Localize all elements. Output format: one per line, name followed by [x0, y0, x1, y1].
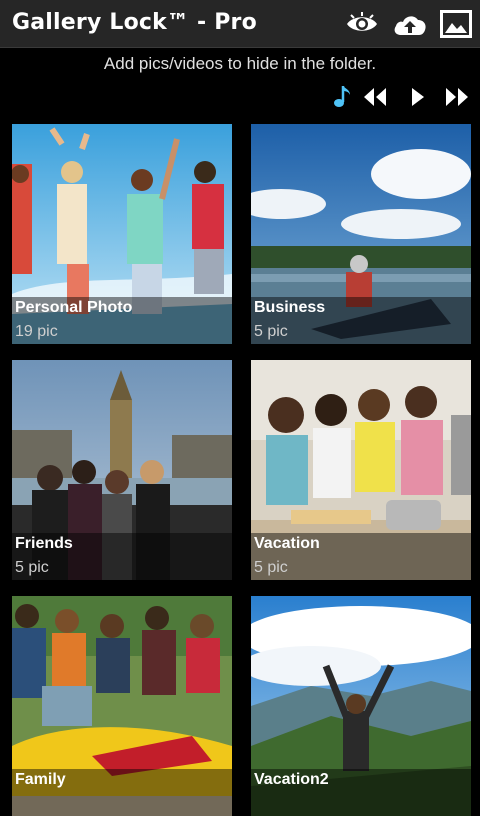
folder-count: 19 pic — [15, 323, 58, 340]
app-title: Gallery Lock™ - Pro — [12, 10, 257, 35]
play-icon[interactable] — [402, 84, 432, 110]
folder-tile-personal-photo[interactable]: Personal Photo 19 pic — [12, 124, 232, 344]
folder-caption: Family — [12, 769, 232, 816]
folder-name: Vacation — [254, 535, 320, 552]
folder-count: 5 pic — [15, 559, 49, 576]
folder-tile-vacation2[interactable]: Vacation2 — [251, 596, 471, 816]
folder-tile-family[interactable]: Family — [12, 596, 232, 816]
folder-caption: Business 5 pic — [251, 297, 471, 344]
folder-count: 5 pic — [254, 559, 288, 576]
folder-caption: Vacation2 — [251, 769, 471, 816]
folder-name: Friends — [15, 535, 73, 552]
gallery-icon[interactable] — [438, 7, 474, 41]
rewind-icon[interactable] — [360, 84, 390, 110]
action-bar: Gallery Lock™ - Pro — [0, 0, 480, 48]
folder-caption: Personal Photo 19 pic — [12, 297, 232, 344]
folder-count: 5 pic — [254, 323, 288, 340]
hint-text: Add pics/videos to hide in the folder. — [103, 54, 377, 73]
folder-name: Business — [254, 299, 326, 316]
folder-caption: Friends 5 pic — [12, 533, 232, 580]
fast-forward-icon[interactable] — [442, 84, 472, 110]
folder-name: Personal Photo — [15, 299, 133, 316]
folder-tile-business[interactable]: Business 5 pic — [251, 124, 471, 344]
music-note-icon[interactable] — [326, 84, 356, 110]
cloud-upload-icon[interactable] — [392, 7, 428, 41]
folder-caption: Vacation 5 pic — [251, 533, 471, 580]
folder-name: Vacation2 — [254, 771, 329, 788]
folder-name: Family — [15, 771, 66, 788]
eye-icon[interactable] — [344, 7, 380, 41]
folder-tile-vacation[interactable]: Vacation 5 pic — [251, 360, 471, 580]
folder-tile-friends[interactable]: Friends 5 pic — [12, 360, 232, 580]
